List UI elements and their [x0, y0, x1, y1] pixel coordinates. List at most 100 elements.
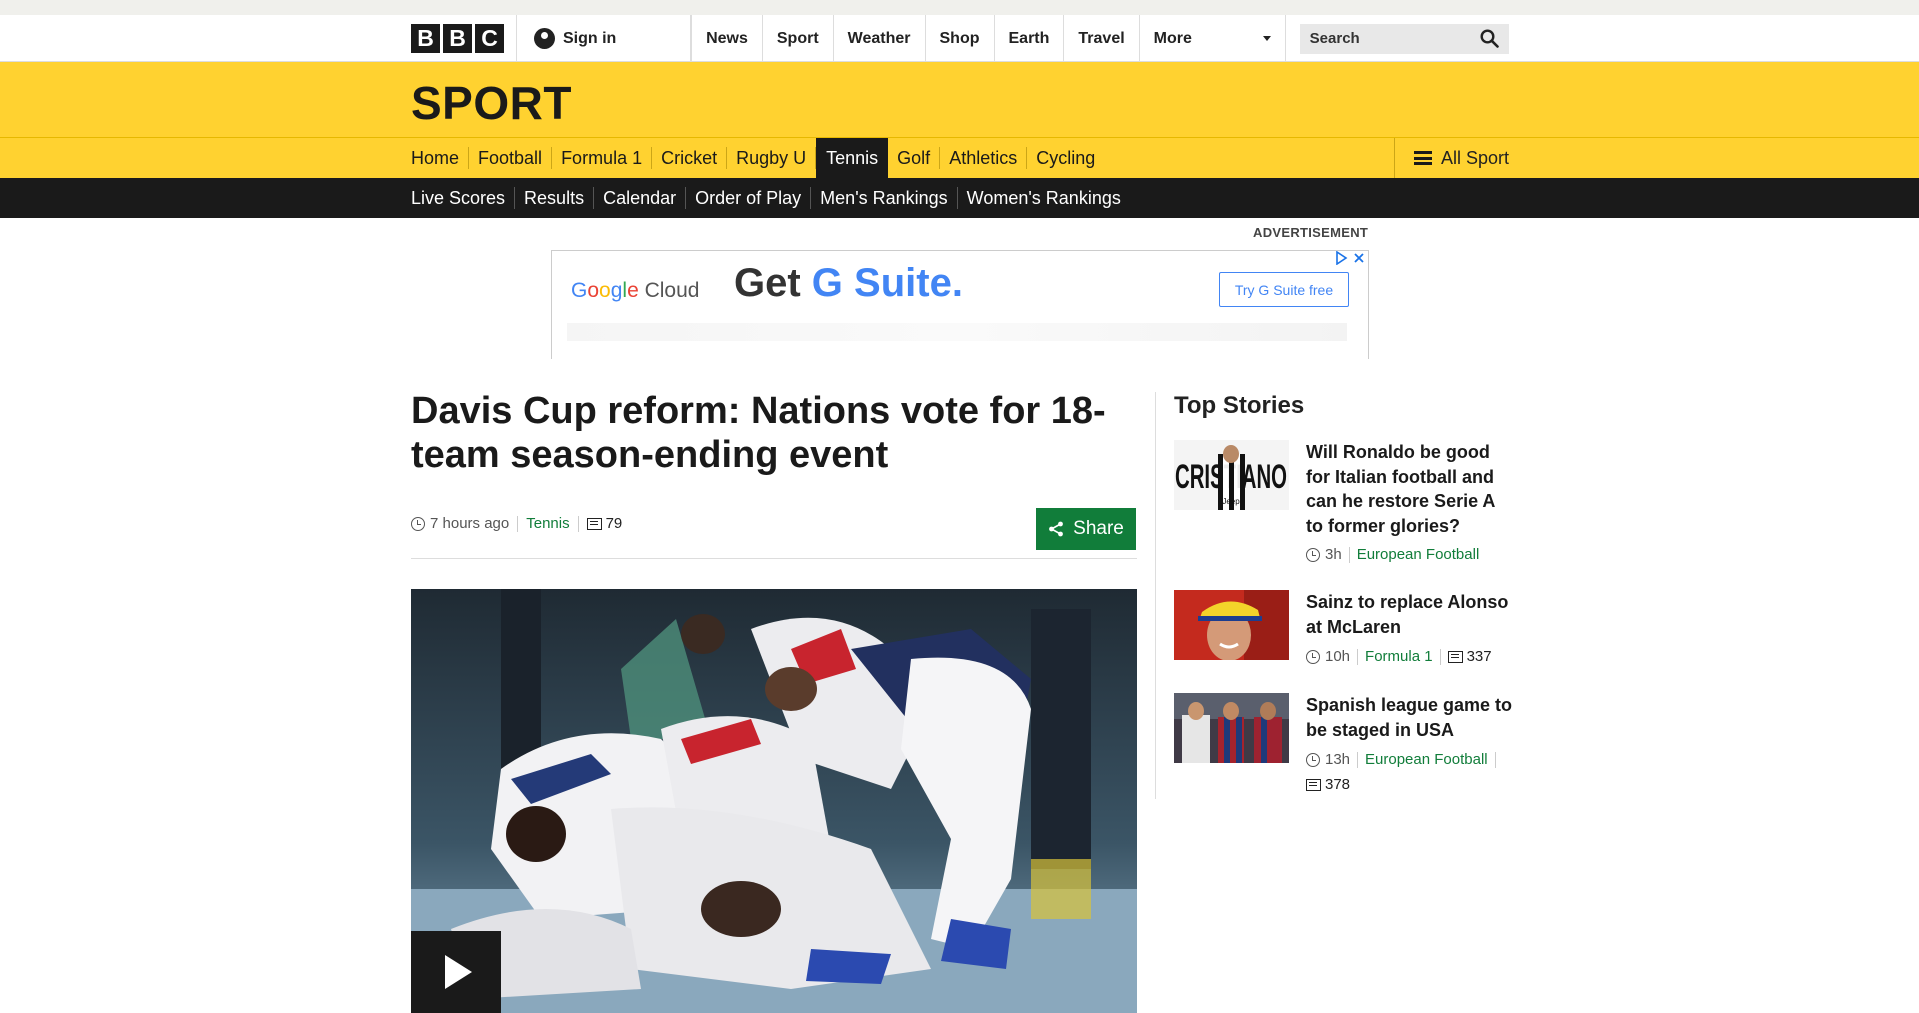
play-icon [445, 955, 472, 989]
ad-headline: Get G Suite. [734, 261, 963, 305]
sport-nav-football[interactable]: Football [469, 147, 553, 169]
menu-icon [1413, 151, 1432, 165]
sport-nav-cycling[interactable]: Cycling [1027, 147, 1104, 169]
sidebar-divider [1155, 392, 1156, 799]
story-topic-link[interactable]: European Football [1357, 546, 1480, 563]
subnav-womens-rankings[interactable]: Women's Rankings [958, 187, 1130, 209]
story-topic-link[interactable]: European Football [1365, 751, 1488, 768]
divider [1357, 648, 1359, 665]
search-input[interactable]: Search [1299, 23, 1509, 54]
sport-section-nav: Home Football Formula 1 Cricket Rugby U … [0, 138, 1919, 178]
clock-icon [1306, 752, 1320, 767]
divider [1494, 751, 1496, 768]
advertisement-label: ADVERTISEMENT [1253, 225, 1369, 240]
barcelona-thumbnail-image [1174, 693, 1289, 763]
article-meta: 7 hours ago Tennis 79 [411, 515, 622, 532]
sport-nav-athletics[interactable]: Athletics [940, 147, 1028, 169]
divider [1357, 751, 1359, 768]
play-video-button[interactable] [411, 931, 501, 1013]
story-comments[interactable]: 378 [1306, 776, 1516, 793]
share-label: Share [1073, 518, 1124, 539]
subnav-mens-rankings[interactable]: Men's Rankings [811, 187, 958, 209]
sport-nav-rugby-union[interactable]: Rugby U [727, 147, 817, 169]
all-sport-button[interactable]: All Sport [1394, 138, 1509, 178]
sport-nav-golf[interactable]: Golf [888, 147, 941, 169]
search-placeholder: Search [1309, 30, 1360, 47]
share-button[interactable]: Share [1036, 508, 1136, 550]
divider [577, 515, 579, 532]
search-icon[interactable] [1480, 29, 1499, 48]
meta-divider [411, 558, 1137, 559]
story-thumbnail[interactable] [1174, 693, 1289, 763]
global-nav: News Sport Weather Shop Earth Travel Mor… [691, 15, 1286, 62]
bbc-logo-letter: B [411, 24, 440, 53]
all-sport-label: All Sport [1440, 147, 1509, 168]
sport-nav-home[interactable]: Home [411, 147, 470, 169]
clock-icon [1306, 649, 1320, 664]
story-meta: 10h Formula 1 337 [1306, 648, 1516, 665]
global-nav-shop[interactable]: Shop [926, 15, 995, 62]
story-comment-count[interactable]: 337 [1467, 648, 1492, 665]
article-comment-count[interactable]: 79 [606, 515, 623, 532]
subnav-order-of-play[interactable]: Order of Play [686, 187, 812, 209]
article-hero-video[interactable] [411, 589, 1137, 1013]
story-topic-link[interactable]: Formula 1 [1365, 648, 1433, 665]
global-nav-travel[interactable]: Travel [1064, 15, 1140, 62]
story-thumbnail[interactable] [1174, 590, 1289, 660]
global-nav-weather[interactable]: Weather [834, 15, 926, 62]
subnav-calendar[interactable]: Calendar [594, 187, 687, 209]
comments-icon[interactable] [1447, 650, 1463, 663]
story-headline[interactable]: Will Ronaldo be good for Italian footbal… [1306, 440, 1516, 538]
user-icon [534, 28, 555, 49]
story-headline[interactable]: Sainz to replace Alonso at McLaren [1306, 590, 1516, 639]
divider [1348, 546, 1350, 563]
story-meta: 3h European Football [1306, 546, 1516, 563]
ad-choices[interactable] [1335, 251, 1365, 265]
tennis-sub-nav: Live Scores Results Calendar Order of Pl… [0, 178, 1919, 218]
article-headline: Davis Cup reform: Nations vote for 18-te… [411, 390, 1106, 476]
subnav-live-scores[interactable]: Live Scores [411, 187, 516, 209]
svg-text:Jeep: Jeep [1222, 497, 1240, 506]
story-headline[interactable]: Spanish league game to be staged in USA [1306, 693, 1516, 742]
clock-icon [1306, 547, 1320, 562]
global-nav-earth[interactable]: Earth [995, 15, 1065, 62]
comments-icon[interactable] [586, 517, 602, 530]
sign-in-button[interactable]: Sign in [516, 15, 692, 62]
ad-cta-button[interactable]: Try G Suite free [1219, 272, 1349, 307]
caret-down-icon [1262, 36, 1271, 41]
divider [517, 515, 519, 532]
global-navigation-bar: B B C Sign in News Sport Weather Shop Ea… [0, 15, 1919, 62]
close-icon[interactable] [1353, 251, 1365, 265]
global-nav-sport[interactable]: Sport [763, 15, 834, 62]
story-time: 10h [1325, 648, 1351, 665]
bbc-logo-letter: B [443, 24, 472, 53]
sport-nav-tennis[interactable]: Tennis [816, 138, 889, 178]
google-cloud-logo: Google Cloud [571, 279, 700, 302]
story-meta: 13h European Football 378 [1306, 751, 1516, 793]
global-nav-more[interactable]: More [1140, 15, 1286, 62]
browser-top-strip [0, 0, 1919, 15]
top-stories-heading: Top Stories [1174, 392, 1305, 419]
adchoices-icon[interactable] [1335, 251, 1348, 265]
sport-title[interactable]: SPORT [411, 76, 572, 130]
story-time: 3h [1325, 546, 1342, 563]
comments-icon [1306, 778, 1321, 791]
ronaldo-thumbnail-image: CRISTIANO Jeep [1174, 440, 1289, 510]
article-topic-link[interactable]: Tennis [526, 515, 569, 532]
article-timestamp: 7 hours ago [430, 515, 510, 532]
story-comment-count: 378 [1325, 776, 1351, 793]
divider [1439, 648, 1441, 665]
global-nav-news[interactable]: News [691, 15, 763, 62]
advertisement-banner[interactable]: Google Cloud Get G Suite. Try G Suite fr… [551, 250, 1369, 359]
subnav-results[interactable]: Results [515, 187, 595, 209]
sport-nav-formula-1[interactable]: Formula 1 [552, 147, 653, 169]
story-time: 13h [1325, 751, 1351, 768]
team-celebration-image [411, 589, 1137, 1013]
clock-icon [411, 516, 425, 531]
story-thumbnail[interactable]: CRISTIANO Jeep [1174, 440, 1289, 510]
share-icon [1049, 521, 1064, 537]
bbc-logo[interactable]: B B C [411, 24, 504, 53]
sign-in-label: Sign in [563, 29, 617, 47]
sport-nav-cricket[interactable]: Cricket [652, 147, 728, 169]
sport-header: SPORT [0, 62, 1919, 138]
